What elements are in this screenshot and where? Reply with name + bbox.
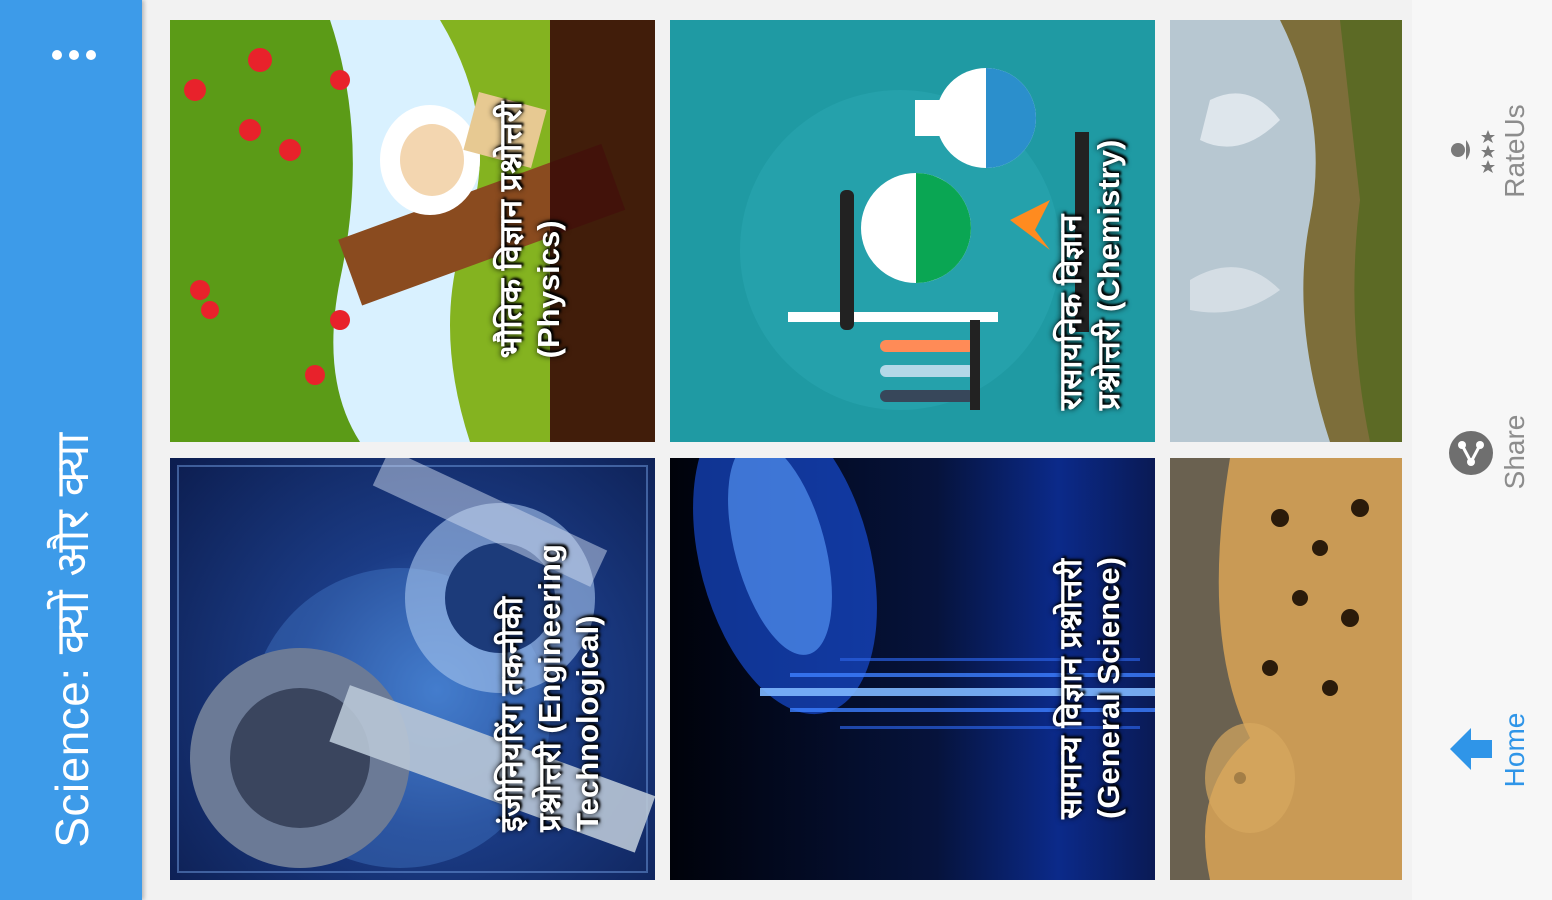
- chemistry-caption: रासायनिक विज्ञान प्रश्नोत्तरी (Chemistry…: [1052, 140, 1128, 411]
- share-icon: [1449, 431, 1493, 475]
- rate-us-icon: [1451, 130, 1495, 173]
- menu-dot: [69, 50, 79, 60]
- physics-caption-line1: भौतिक विज्ञान प्रश्नोत्तरी: [493, 101, 528, 359]
- engineering-caption-line3: Technological): [570, 615, 605, 832]
- chemistry-caption-line2: प्रश्नोत्तरी (Chemistry): [1091, 139, 1126, 411]
- app-title: Science: क्यों और क्या: [46, 432, 98, 848]
- overflow-menu-icon[interactable]: [52, 42, 96, 68]
- general-science-caption-line1: सामान्य विज्ञान प्रश्नोत्तरी: [1053, 558, 1088, 819]
- nav-share-label: Share: [1499, 414, 1530, 490]
- nav-share[interactable]: Share: [1412, 400, 1552, 510]
- menu-dot: [52, 50, 62, 60]
- tile-general-science[interactable]: सामान्य विज्ञान प्रश्नोत्तरी (General Sc…: [670, 458, 1155, 880]
- engineering-caption-line2: प्रश्नोत्तरी (Engineering: [532, 544, 567, 832]
- landscape-image: [1170, 20, 1402, 442]
- leopard-image: [1170, 458, 1402, 880]
- general-science-caption: सामान्य विज्ञान प्रश्नोत्तरी (General Sc…: [1052, 557, 1128, 819]
- chemistry-caption-line1: रासायनिक विज्ञान: [1053, 214, 1088, 411]
- home-icon: [1450, 728, 1492, 770]
- tile-landscape[interactable]: [1170, 20, 1402, 442]
- menu-dot: [86, 50, 96, 60]
- nav-rate-us-label: RateUs: [1499, 104, 1530, 198]
- general-science-caption-line2: (General Science): [1091, 557, 1126, 819]
- nav-rate-us[interactable]: RateUs: [1412, 95, 1552, 215]
- engineering-caption: इंजीनियरिंग तकनीकी प्रश्नोत्तरी (Enginee…: [493, 544, 607, 832]
- tile-chemistry[interactable]: रासायनिक विज्ञान प्रश्नोत्तरी (Chemistry…: [670, 20, 1155, 442]
- physics-caption-line2: (Physics): [531, 220, 566, 359]
- nav-home-label: Home: [1499, 712, 1530, 788]
- tile-physics[interactable]: भौतिक विज्ञान प्रश्नोत्तरी (Physics): [170, 20, 655, 442]
- bottom-navigation: Home Share RateUs: [1412, 0, 1552, 900]
- tile-leopard[interactable]: [1170, 458, 1402, 880]
- physics-caption: भौतिक विज्ञान प्रश्नोत्तरी (Physics): [492, 102, 568, 359]
- tile-engineering[interactable]: इंजीनियरिंग तकनीकी प्रश्नोत्तरी (Enginee…: [170, 458, 655, 880]
- app-bar: Science: क्यों और क्या: [0, 0, 142, 900]
- physics-illustration: [170, 20, 655, 442]
- nav-home[interactable]: Home: [1412, 690, 1552, 810]
- engineering-caption-line1: इंजीनियरिंग तकनीकी: [494, 597, 529, 832]
